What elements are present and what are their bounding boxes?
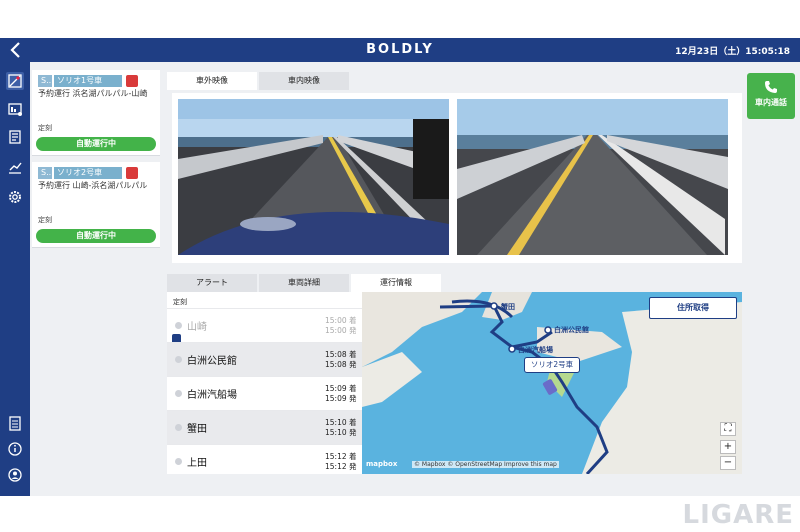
zoom-in-button[interactable]: +	[720, 440, 736, 454]
departure-time: 15:00 発	[325, 326, 357, 335]
alert-icon	[126, 75, 138, 87]
datetime-display: 12月23日（土）15:05:18	[675, 47, 790, 57]
nav-dashboard-icon[interactable]	[6, 100, 24, 118]
tab-interior-camera[interactable]: 車内映像	[259, 72, 349, 90]
departure-time: 15:12 発	[325, 462, 357, 471]
status-badge: 自動運行中	[36, 137, 156, 151]
stop-name: 白洲汽船場	[187, 390, 237, 401]
status-badge: 自動運行中	[36, 229, 156, 243]
tab-exterior-camera[interactable]: 車外映像	[167, 72, 257, 90]
vehicle-tag: S...	[38, 167, 54, 179]
stop-name: 白洲公民館	[187, 356, 237, 367]
rear-camera-feed	[457, 99, 728, 255]
stop-name: 上田	[187, 458, 207, 469]
tab-operation-info[interactable]: 運行情報	[351, 274, 441, 292]
map-label-kanita: 蟹田	[500, 302, 515, 311]
stop-name: 山崎	[187, 322, 207, 333]
stop-name: 蟹田	[187, 424, 207, 435]
vehicle-tag: S...	[38, 75, 54, 87]
vehicle-name: ソリオ2号車	[54, 167, 122, 179]
front-camera-feed	[178, 99, 449, 255]
vehicle-card-2[interactable]: S... ソリオ2号車 予約運行 山崎-浜名湖パルパル 定刻 自動運行中	[32, 162, 160, 248]
schedule-header: 定刻	[173, 298, 187, 306]
list-item[interactable]: 蟹田 15:10 着 15:10 発	[167, 410, 362, 444]
nav-info-icon[interactable]	[6, 440, 24, 458]
tab-vehicle-details[interactable]: 車両詳細	[259, 274, 349, 292]
nav-report-icon[interactable]	[6, 128, 24, 146]
call-button-label: 車内通話	[755, 98, 787, 107]
departure-time: 15:09 発	[325, 394, 357, 403]
tab-alert[interactable]: アラート	[167, 274, 257, 292]
stop-dot	[175, 458, 182, 465]
get-address-button[interactable]: 住所取得	[649, 297, 737, 319]
route-map[interactable]: 蟹田 白洲公民館 白洲汽船場	[362, 292, 742, 474]
mapbox-logo: mapbox	[366, 460, 398, 468]
vehicle-route: 予約運行 浜名湖パルパル-山崎	[38, 89, 148, 98]
list-item[interactable]: 白洲汽船場 15:09 着 15:09 発	[167, 376, 362, 410]
watermark: LIGARE	[682, 500, 794, 530]
map-label-ferry-pier: 白洲汽船場	[518, 345, 553, 354]
list-item[interactable]: 山崎 15:00 着 15:00 発	[167, 308, 362, 342]
map-attribution[interactable]: © Mapbox © OpenStreetMap Improve this ma…	[412, 461, 559, 468]
stop-dot	[175, 424, 182, 431]
nav-map-icon[interactable]	[6, 72, 24, 90]
nav-checklist-icon[interactable]	[6, 414, 24, 432]
nav-settings-gear-icon[interactable]	[6, 188, 24, 206]
alert-icon	[126, 167, 138, 179]
departure-time: 15:08 発	[325, 360, 357, 369]
stop-dot	[175, 390, 182, 397]
camera-panel	[172, 93, 742, 263]
side-nav	[0, 62, 30, 496]
vehicle-map-label: ソリオ2号車	[524, 357, 580, 373]
vehicle-route: 予約運行 山崎-浜名湖パルパル	[38, 181, 148, 190]
nav-chart-icon[interactable]	[6, 158, 24, 176]
list-item[interactable]: 白洲公民館 15:08 着 15:08 発	[167, 342, 362, 376]
in-vehicle-call-button[interactable]: 車内通話	[747, 73, 795, 119]
departure-time: 15:10 発	[325, 428, 357, 437]
phone-icon	[765, 81, 777, 93]
map-label-community-hall: 白洲公民館	[554, 325, 589, 334]
schedule-label: 定刻	[38, 216, 52, 224]
map-fullscreen-icon[interactable]: ⛶	[720, 422, 736, 436]
schedule-label: 定刻	[38, 124, 52, 132]
stop-dot	[175, 322, 182, 329]
zoom-out-button[interactable]: −	[720, 456, 736, 470]
nav-account-icon[interactable]	[6, 466, 24, 484]
list-item[interactable]: 上田 15:12 着 15:12 発	[167, 444, 362, 474]
stop-schedule-list: 定刻 山崎 15:00 着 15:00 発 白洲公民館 15:08 着 15:0…	[167, 292, 362, 474]
header-bar: BOLDLY 12月23日（土）15:05:18	[0, 38, 800, 62]
vehicle-name: ソリオ1号車	[54, 75, 122, 87]
vehicle-card-1[interactable]: S... ソリオ1号車 予約運行 浜名湖パルパル-山崎 定刻 自動運行中	[32, 70, 160, 156]
stop-dot	[175, 356, 182, 363]
